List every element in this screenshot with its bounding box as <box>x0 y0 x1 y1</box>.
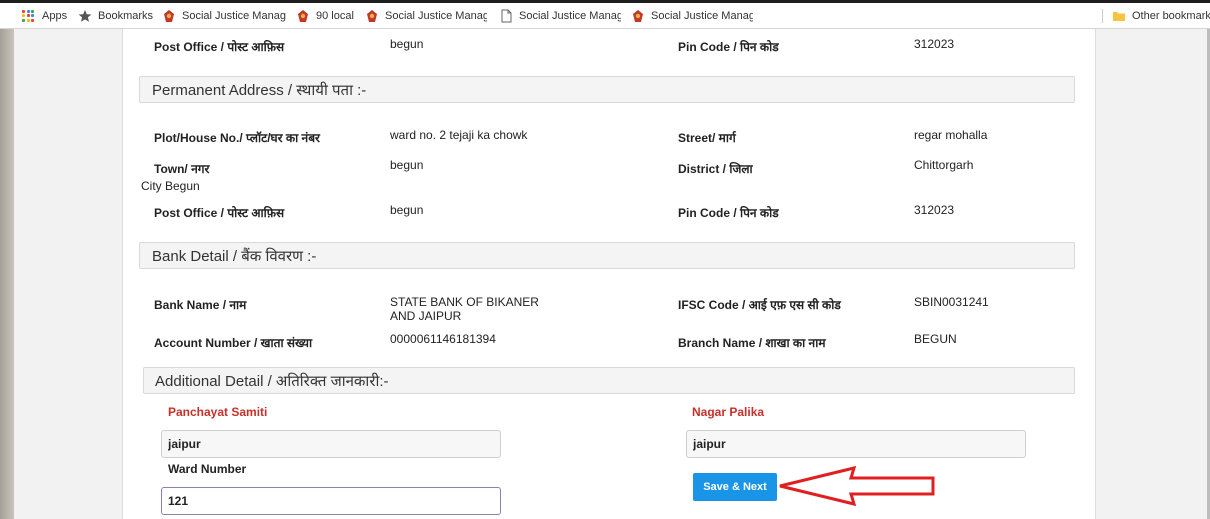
ward-number-input[interactable] <box>161 487 501 515</box>
section-title: Additional Detail / अतिरिक्त जानकारी:- <box>155 372 389 390</box>
bookmark-label: Other bookmarks <box>1132 9 1210 22</box>
bookmark-label: Social Justice Manage <box>519 9 621 22</box>
district-value: Chittorgarh <box>914 158 974 172</box>
account-number-value: 0000061146181394 <box>390 332 496 346</box>
bookmark-social-justice-3[interactable]: Social Justice Manage <box>499 3 621 28</box>
bookmarks-divider <box>1102 9 1103 23</box>
apps-grid-icon <box>22 9 34 22</box>
star-icon <box>78 9 92 22</box>
street-value: regar mohalla <box>914 128 988 142</box>
pin-code-value: 312023 <box>914 37 955 51</box>
town-value: begun <box>390 158 424 172</box>
emblem-icon <box>633 9 643 22</box>
city-note: City Begun <box>141 179 200 193</box>
emblem-icon <box>298 9 308 22</box>
branch-name-label: Branch Name / शाखा का नाम <box>678 336 826 350</box>
save-next-button[interactable]: Save & Next <box>693 473 777 501</box>
bookmark-label: Apps <box>42 9 68 22</box>
page-icon <box>501 9 512 22</box>
emblem-icon <box>367 9 377 22</box>
bookmark-social-justice-1[interactable]: Social Justice Manage <box>162 3 286 28</box>
panchayat-samiti-input[interactable] <box>161 430 501 458</box>
section-bank-detail: Bank Detail / बैंक विवरण :- <box>139 242 1075 269</box>
house-no-label: Plot/House No./ प्लॉट/घर का नंबर <box>154 131 320 145</box>
panchayat-samiti-label: Panchayat Samiti <box>168 405 268 419</box>
post-office-label: Post Office / पोस्ट आफ़िस <box>154 206 285 220</box>
application-form: Post Office / पोस्ट आफ़िस begun Pin Code… <box>122 29 1096 519</box>
bookmark-label: Bookmarks <box>98 9 154 22</box>
nagar-palika-label: Nagar Palika <box>692 405 765 419</box>
post-office-label: Post Office / पोस्ट आफ़िस <box>154 40 285 54</box>
nagar-palika-input[interactable] <box>686 430 1026 458</box>
section-permanent-address: Permanent Address / स्थायी पता :- <box>139 76 1075 103</box>
ward-number-label: Ward Number <box>168 462 247 476</box>
bookmark-90-local[interactable]: 90 local <box>296 3 354 28</box>
background-left <box>0 29 14 519</box>
pin-code-label: Pin Code / पिन कोड <box>678 206 779 220</box>
street-label: Street/ मार्ग <box>678 131 736 145</box>
bookmark-social-justice-4[interactable]: Social Justice Manage <box>631 3 753 28</box>
ifsc-value: SBIN0031241 <box>914 295 989 309</box>
account-number-label: Account Number / खाता संख्या <box>154 336 313 350</box>
section-additional-detail: Additional Detail / अतिरिक्त जानकारी:- <box>143 367 1075 394</box>
section-title: Bank Detail / बैंक विवरण :- <box>152 247 317 265</box>
bank-name-label: Bank Name / नाम <box>154 298 247 312</box>
bookmark-label: Social Justice Manage <box>182 9 286 22</box>
bank-name-value-line1: STATE BANK OF BIKANER <box>390 295 539 309</box>
bookmark-label: Social Justice Manage <box>385 9 487 22</box>
bookmark-other[interactable]: Other bookmarks <box>1112 3 1210 28</box>
bookmarks-bar: Apps Bookmarks Social Justice Manage 90 … <box>0 3 1210 29</box>
section-title: Permanent Address / स्थायी पता :- <box>152 81 367 99</box>
branch-name-value: BEGUN <box>914 332 957 346</box>
emblem-icon <box>164 9 174 22</box>
ifsc-label: IFSC Code / आई एफ़ एस सी कोड <box>678 298 841 312</box>
pin-code-label: Pin Code / पिन कोड <box>678 40 779 54</box>
bookmark-apps[interactable]: Apps <box>22 3 67 28</box>
bookmark-bookmarks[interactable]: Bookmarks <box>78 3 153 28</box>
bookmark-label: 90 local <box>316 9 354 22</box>
pointer-arrow-annotation <box>779 465 935 507</box>
bookmark-social-justice-2[interactable]: Social Justice Manage <box>365 3 487 28</box>
house-no-value: ward no. 2 tejaji ka chowk <box>390 128 528 142</box>
bookmark-label: Social Justice Manage <box>651 9 753 22</box>
folder-icon <box>1113 11 1125 21</box>
district-label: District / जिला <box>678 162 753 176</box>
post-office-value: begun <box>390 203 424 217</box>
town-label: Town/ नगर <box>154 162 210 176</box>
bank-name-value-line2: AND JAIPUR <box>390 309 462 323</box>
post-office-value: begun <box>390 37 424 51</box>
pin-code-value: 312023 <box>914 203 955 217</box>
